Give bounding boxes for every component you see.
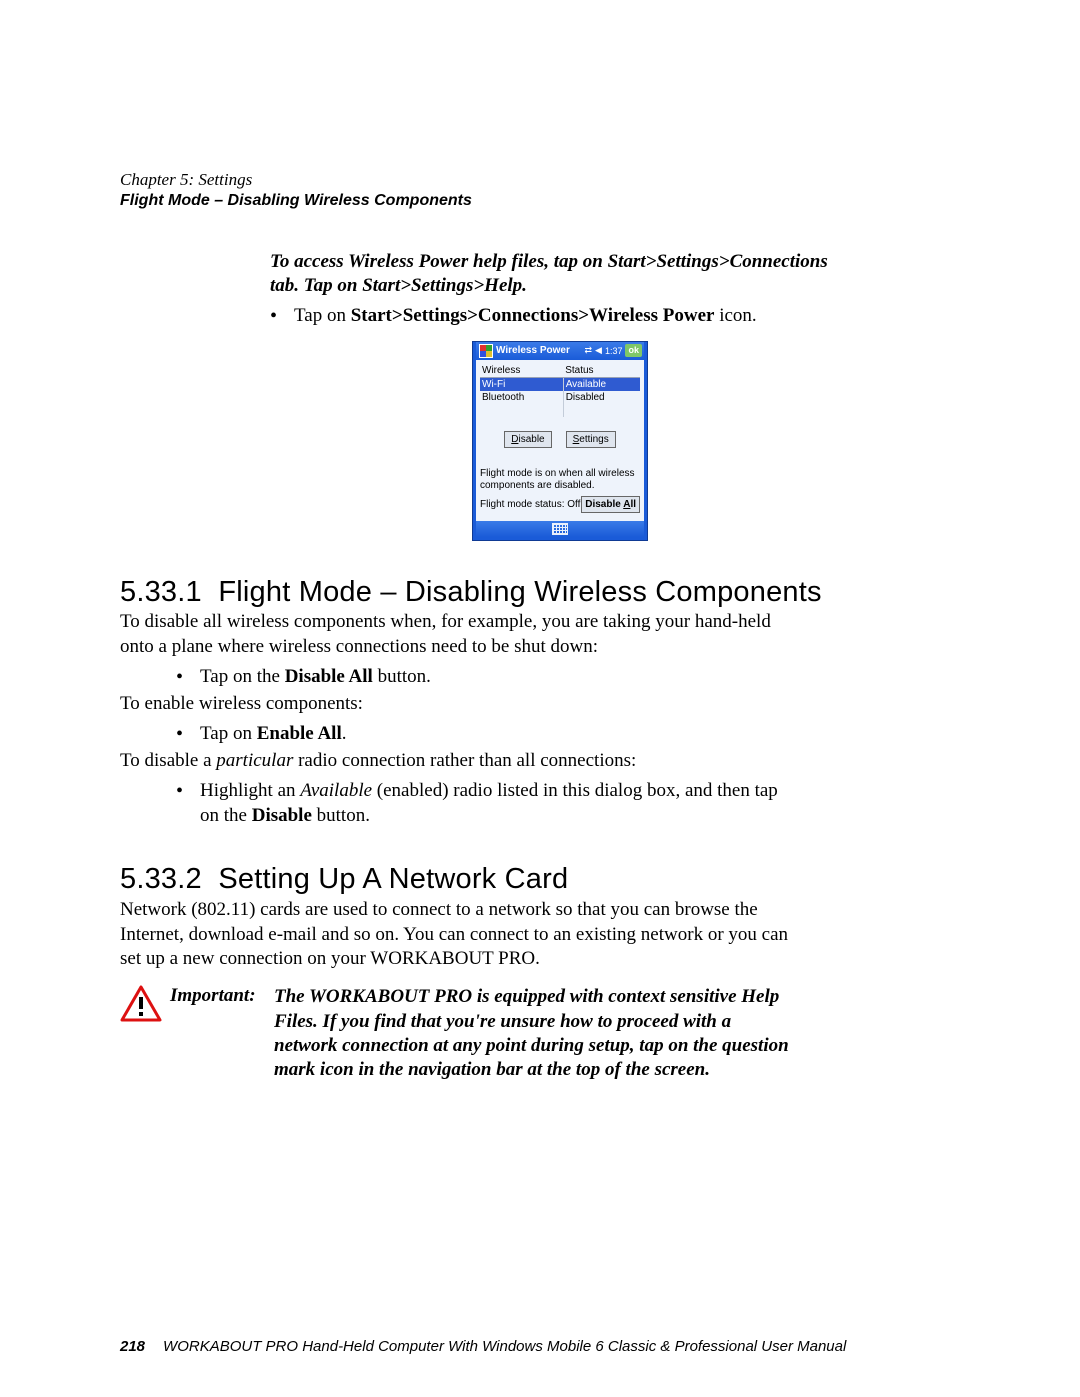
- warning-icon: [120, 985, 170, 1082]
- radio-name: Wi-Fi: [480, 377, 563, 391]
- page-number: 218: [120, 1338, 145, 1355]
- wireless-power-screenshot: Wireless Power ⇄ ◀ 1:37 ok Wireless Stat…: [472, 341, 648, 541]
- keyboard-icon[interactable]: [552, 523, 568, 535]
- ui-label: Enable All: [257, 723, 342, 744]
- text: icon.: [714, 305, 756, 326]
- important-text: The WORKABOUT PRO is equipped with conte…: [274, 985, 794, 1082]
- disable-button[interactable]: Disable: [504, 431, 551, 448]
- help-access-note: To access Wireless Power help files, tap…: [270, 250, 850, 298]
- radio-status: Disabled: [563, 391, 640, 404]
- lbl: isable: [518, 434, 544, 445]
- ui-label: Disable: [252, 805, 312, 826]
- bullet-enable-all: Tap on Enable All.: [200, 722, 346, 747]
- flight-mode-status: Flight mode status: Off: [480, 499, 580, 510]
- wm-title: Wireless Power: [496, 345, 584, 356]
- nav-path: Start>Settings>Connections>Wireless Powe…: [351, 305, 715, 326]
- footer-title: WORKABOUT PRO Hand-Held Computer With Wi…: [163, 1338, 846, 1355]
- bullet-icon: •: [176, 665, 200, 690]
- text: To disable a: [120, 750, 216, 771]
- disable-all-button[interactable]: Disable All: [581, 496, 640, 513]
- settings-button[interactable]: Settings: [566, 431, 616, 448]
- manual-page: Chapter 5: Settings Flight Mode – Disabl…: [0, 0, 1080, 1397]
- ok-button[interactable]: ok: [625, 344, 642, 357]
- table-row[interactable]: Wi-Fi Available: [480, 377, 640, 391]
- intro-block: To access Wireless Power help files, tap…: [270, 250, 850, 540]
- bullet-disable-all: Tap on the Disable All button.: [200, 665, 431, 690]
- paragraph: To disable all wireless components when,…: [120, 610, 790, 659]
- clock: 1:37: [605, 346, 623, 356]
- text: Tap on the: [200, 666, 285, 687]
- text: Tap on: [200, 723, 257, 744]
- radio-status: Available: [563, 377, 640, 391]
- volume-icon: ◀: [595, 345, 602, 356]
- heading-text: Flight Mode – Disabling Wireless Compone…: [218, 576, 821, 608]
- connectivity-icon: ⇄: [584, 345, 592, 356]
- text: button.: [373, 666, 431, 687]
- wm-softkey-bar: [476, 521, 644, 537]
- wm-status-icons: ⇄ ◀ 1:37 ok: [584, 344, 642, 357]
- heading-5-33-2: 5.33.2 Setting Up A Network Card: [120, 864, 960, 896]
- wm-titlebar: Wireless Power ⇄ ◀ 1:37 ok: [476, 342, 644, 360]
- table-header-status: Status: [563, 364, 640, 378]
- heading-text: Setting Up A Network Card: [218, 863, 568, 895]
- emphasis: Available: [300, 780, 372, 801]
- paragraph: Network (802.11) cards are used to conne…: [120, 898, 790, 971]
- table-row[interactable]: Bluetooth Disabled: [480, 391, 640, 404]
- chapter-line: Chapter 5: Settings: [120, 170, 960, 190]
- heading-number: 5.33.2: [120, 863, 202, 895]
- bullet-icon: •: [176, 779, 200, 828]
- lbl: ettings: [579, 434, 608, 445]
- emphasis: particular: [216, 750, 293, 771]
- section-breadcrumb: Flight Mode – Disabling Wireless Compone…: [120, 192, 960, 210]
- heading-5-33-1: 5.33.1 Flight Mode – Disabling Wireless …: [120, 577, 960, 609]
- table-header-wireless: Wireless: [480, 364, 563, 378]
- wm-body: Wireless Status Wi-Fi Available Bluetoot…: [476, 360, 644, 521]
- start-flag-icon: [479, 344, 493, 358]
- text: button.: [312, 805, 370, 826]
- text: .: [342, 723, 347, 744]
- paragraph: To enable wireless components:: [120, 692, 790, 716]
- wireless-table: Wireless Status Wi-Fi Available Bluetoot…: [480, 364, 640, 417]
- bullet-icon: •: [176, 722, 200, 747]
- flight-mode-note: Flight mode is on when all wireless comp…: [480, 468, 640, 492]
- text: radio connection rather than all connect…: [293, 750, 636, 771]
- access-path-instruction: Tap on Start>Settings>Connections>Wirele…: [294, 304, 757, 329]
- radio-name: Bluetooth: [480, 391, 563, 404]
- text: Tap on: [294, 305, 351, 326]
- bullet-highlight-disable: Highlight an Available (enabled) radio l…: [200, 779, 780, 828]
- important-label: Important:: [170, 985, 274, 1082]
- paragraph: To disable a particular radio connection…: [120, 749, 790, 773]
- text: Highlight an: [200, 780, 300, 801]
- ui-label: Disable All: [285, 666, 373, 687]
- page-footer: 218 WORKABOUT PRO Hand-Held Computer Wit…: [120, 1338, 960, 1355]
- heading-number: 5.33.1: [120, 576, 202, 608]
- important-callout: Important: The WORKABOUT PRO is equipped…: [120, 985, 960, 1082]
- bullet-icon: •: [270, 304, 294, 329]
